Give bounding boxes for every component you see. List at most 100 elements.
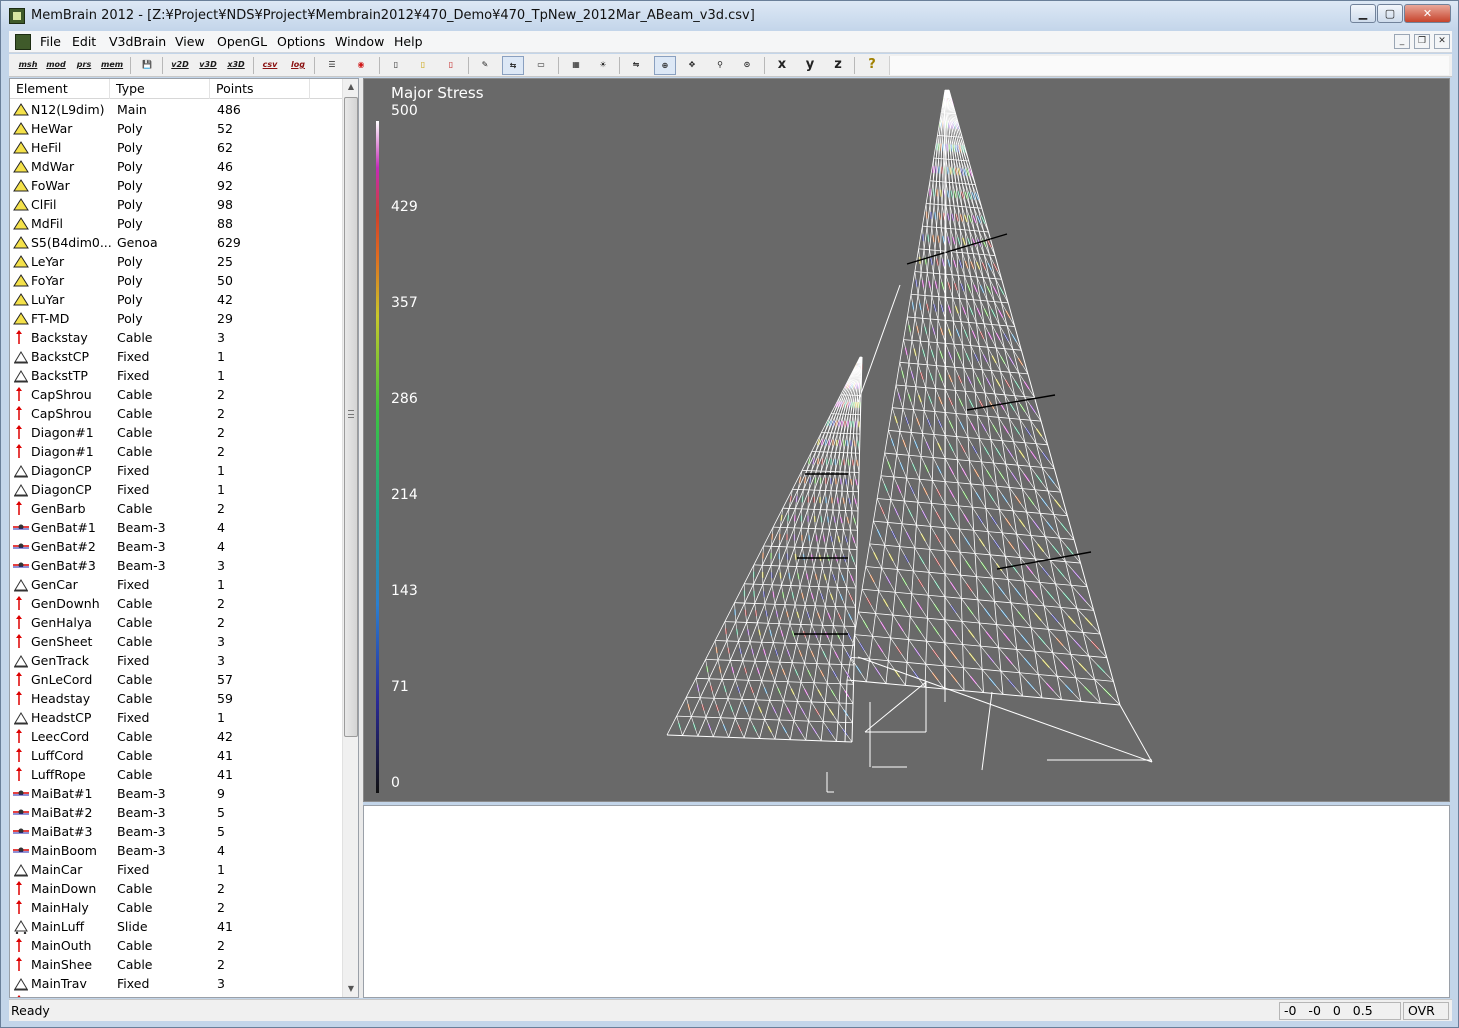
menu-v3dbrain[interactable]: V3dBrain: [109, 34, 166, 49]
title-bar[interactable]: MemBrain 2012 - [Z:¥Project¥NDS¥Project¥…: [1, 1, 1458, 31]
mdi-restore-button[interactable]: ❐: [1414, 34, 1430, 49]
list-item[interactable]: MainCar Fixed 1: [10, 860, 342, 879]
list-item[interactable]: HeadstCP Fixed 1: [10, 708, 342, 727]
list-item[interactable]: LuffCord Cable 41: [10, 746, 342, 765]
list-item[interactable]: LuffRope Cable 41: [10, 765, 342, 784]
column-header-element[interactable]: Element: [10, 79, 110, 99]
save-button[interactable]: 💾: [136, 56, 158, 75]
list-item[interactable]: GenBat#2 Beam-3 4: [10, 537, 342, 556]
list-item-partial[interactable]: [10, 993, 342, 997]
list-item[interactable]: HeFil Poly 62: [10, 138, 342, 157]
list-item[interactable]: LeYar Poly 25: [10, 252, 342, 271]
list-item[interactable]: MdFil Poly 88: [10, 214, 342, 233]
list-item[interactable]: S5(B4dim0... Genoa 629: [10, 233, 342, 252]
mod-button[interactable]: mod: [45, 56, 67, 75]
close-button[interactable]: ✕: [1404, 4, 1451, 23]
list-item[interactable]: GenHalya Cable 2: [10, 613, 342, 632]
edit-button[interactable]: ✎: [474, 56, 496, 75]
log-button[interactable]: log: [287, 56, 309, 75]
mirror-button[interactable]: ⇋: [625, 56, 647, 75]
list-item[interactable]: HeWar Poly 52: [10, 119, 342, 138]
menu-help[interactable]: Help: [394, 34, 423, 49]
list-item[interactable]: GenDownh Cable 2: [10, 594, 342, 613]
minimize-button[interactable]: ▁: [1350, 4, 1376, 23]
menu-view[interactable]: View: [175, 34, 205, 49]
target-button[interactable]: ◉: [350, 56, 372, 75]
page-button[interactable]: ▭: [530, 56, 552, 75]
list-item[interactable]: Backstay Cable 3: [10, 328, 342, 347]
column-header-points[interactable]: Points: [210, 79, 310, 99]
bar-red-button[interactable]: ▯: [440, 56, 462, 75]
list-item[interactable]: GenSheet Cable 3: [10, 632, 342, 651]
sail-mesh-render[interactable]: [364, 79, 1450, 802]
list-item[interactable]: Headstay Cable 59: [10, 689, 342, 708]
list-item[interactable]: MainOuth Cable 2: [10, 936, 342, 955]
list-item[interactable]: FT-MD Poly 29: [10, 309, 342, 328]
light-button[interactable]: ☀: [592, 56, 614, 75]
scroll-down-arrow-icon[interactable]: ▼: [343, 981, 358, 997]
list-item[interactable]: MaiBat#1 Beam-3 9: [10, 784, 342, 803]
list-item[interactable]: FoWar Poly 92: [10, 176, 342, 195]
menu-window[interactable]: Window: [335, 34, 384, 49]
list-item[interactable]: DiagonCP Fixed 1: [10, 461, 342, 480]
zoom-button[interactable]: ⚲: [709, 56, 731, 75]
menu-options[interactable]: Options: [277, 34, 325, 49]
opengl-3d-viewport[interactable]: Major Stress 500 429 357 286 214 143 71 0: [363, 78, 1450, 802]
x3d-button[interactable]: x3D: [225, 56, 247, 75]
rotate-button[interactable]: ⊕: [654, 56, 676, 75]
list-button[interactable]: ☰: [321, 56, 343, 75]
list-scrollbar[interactable]: ▲ ▼: [342, 79, 358, 997]
list-item[interactable]: DiagonCP Fixed 1: [10, 480, 342, 499]
menu-file[interactable]: File: [40, 34, 61, 49]
list-item[interactable]: MainShee Cable 2: [10, 955, 342, 974]
list-item[interactable]: MainBoom Beam-3 4: [10, 841, 342, 860]
list-item[interactable]: MaiBat#3 Beam-3 5: [10, 822, 342, 841]
scroll-thumb[interactable]: [344, 97, 358, 737]
list-item[interactable]: GnLeCord Cable 57: [10, 670, 342, 689]
list-item[interactable]: GenBat#1 Beam-3 4: [10, 518, 342, 537]
maximize-button[interactable]: ▢: [1377, 4, 1403, 23]
list-item[interactable]: BackstCP Fixed 1: [10, 347, 342, 366]
list-item[interactable]: Diagon#1 Cable 2: [10, 423, 342, 442]
list-item[interactable]: BackstTP Fixed 1: [10, 366, 342, 385]
msh-button[interactable]: msh: [17, 56, 39, 75]
list-item[interactable]: GenBat#3 Beam-3 3: [10, 556, 342, 575]
list-item[interactable]: MainDown Cable 2: [10, 879, 342, 898]
list-item[interactable]: LuYar Poly 42: [10, 290, 342, 309]
zoom-fit-button[interactable]: ⊙: [736, 56, 758, 75]
document-icon[interactable]: [15, 34, 31, 50]
pan-button[interactable]: ✥: [681, 56, 703, 75]
list-item[interactable]: Diagon#1 Cable 2: [10, 442, 342, 461]
menu-opengl[interactable]: OpenGL: [217, 34, 267, 49]
column-header-type[interactable]: Type: [110, 79, 210, 99]
menu-edit[interactable]: Edit: [72, 34, 96, 49]
flip-button[interactable]: ⇆: [502, 56, 524, 75]
prs-button[interactable]: prs: [73, 56, 95, 75]
list-item[interactable]: LeecCord Cable 42: [10, 727, 342, 746]
list-item[interactable]: FoYar Poly 50: [10, 271, 342, 290]
grid-button[interactable]: ▦: [565, 56, 587, 75]
view-y-button[interactable]: y: [799, 56, 821, 75]
view-x-button[interactable]: x: [771, 56, 793, 75]
help-button[interactable]: ?: [861, 56, 883, 75]
view-z-button[interactable]: z: [827, 56, 849, 75]
list-item[interactable]: ClFil Poly 98: [10, 195, 342, 214]
mdi-close-button[interactable]: ✕: [1434, 34, 1450, 49]
output-panel[interactable]: [363, 805, 1450, 998]
csv-button[interactable]: csv: [259, 56, 281, 75]
list-item[interactable]: CapShrou Cable 2: [10, 385, 342, 404]
list-item[interactable]: MdWar Poly 46: [10, 157, 342, 176]
v3d-button[interactable]: v3D: [197, 56, 219, 75]
list-item[interactable]: MaiBat#2 Beam-3 5: [10, 803, 342, 822]
v2d-button[interactable]: v2D: [169, 56, 191, 75]
mdi-minimize-button[interactable]: _: [1394, 34, 1410, 49]
list-item[interactable]: CapShrou Cable 2: [10, 404, 342, 423]
list-item[interactable]: GenBarb Cable 2: [10, 499, 342, 518]
bar-button[interactable]: ▯: [385, 56, 407, 75]
mem-button[interactable]: mem: [101, 56, 123, 75]
list-item[interactable]: N12(L9dim) Main 486: [10, 100, 342, 119]
list-item[interactable]: GenCar Fixed 1: [10, 575, 342, 594]
bar-yellow-button[interactable]: ▯: [412, 56, 434, 75]
list-item[interactable]: GenTrack Fixed 3: [10, 651, 342, 670]
list-item[interactable]: MainTrav Fixed 3: [10, 974, 342, 993]
